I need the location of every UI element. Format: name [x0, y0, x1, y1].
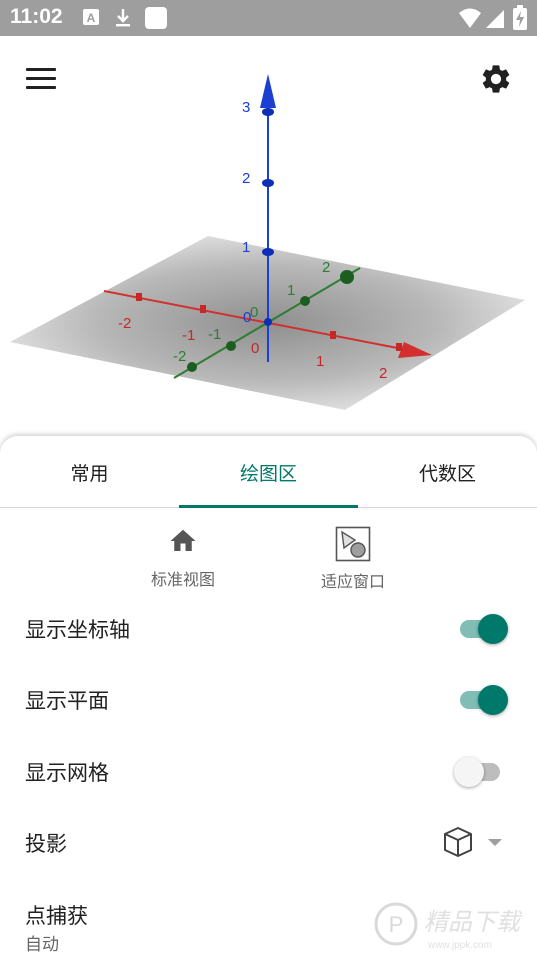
tab-common[interactable]: 常用	[0, 436, 179, 508]
keyboard-a-icon: A	[83, 9, 99, 25]
status-time: 11:02	[10, 5, 63, 28]
z-tick-2: 2	[242, 170, 250, 187]
point-capture-value: 自动	[25, 935, 59, 955]
active-tab-indicator	[179, 505, 358, 508]
show-plane-row[interactable]: 显示平面	[0, 669, 537, 729]
svg-text:P: P	[389, 912, 404, 937]
svg-text:A: A	[87, 11, 96, 25]
chevron-down-icon	[488, 839, 502, 846]
gear-icon[interactable]	[479, 62, 513, 96]
projection-row[interactable]: 投影	[0, 812, 537, 872]
graphics-3d-canvas[interactable]: 1 2 3 -2 -1 0 1 2 -2 -1 0 1 2 0	[0, 36, 537, 456]
graphics-3d-view[interactable]: 1 2 3 -2 -1 0 1 2 -2 -1 0 1 2 0	[0, 36, 537, 456]
home-icon	[170, 529, 196, 551]
origin-label: 0	[243, 309, 251, 326]
z-tick-1: 1	[242, 239, 250, 256]
tab-algebra[interactable]: 代数区	[358, 436, 537, 508]
tab-graphics[interactable]: 绘图区	[179, 436, 358, 508]
standard-view-button[interactable]: 标准视图	[123, 526, 243, 590]
point-capture-label: 点捕获	[25, 904, 88, 928]
show-axes-row[interactable]: 显示坐标轴	[0, 598, 537, 658]
download-icon	[116, 9, 130, 27]
projection-dropdown[interactable]	[442, 824, 512, 860]
x-tick-2: 2	[379, 365, 387, 382]
y-tick-neg1: -1	[208, 326, 221, 343]
y-tick-1: 1	[287, 282, 295, 299]
y-tick-neg2: -2	[173, 348, 186, 365]
blank-notification-icon	[145, 7, 167, 29]
x-tick-1: 1	[316, 353, 324, 370]
fit-window-label: 适应窗口	[320, 572, 385, 591]
y-tick-2: 2	[322, 259, 330, 276]
hamburger-menu-icon[interactable]	[26, 68, 56, 92]
show-grid-label: 显示网格	[25, 761, 109, 785]
show-plane-switch[interactable]	[458, 685, 510, 715]
x-tick-neg2: -2	[118, 315, 131, 332]
watermark-logo: P 精品下载 www.jppk.com	[374, 902, 523, 951]
show-grid-row[interactable]: 显示网格	[0, 741, 537, 801]
svg-text:www.jppk.com: www.jppk.com	[427, 940, 492, 951]
signal-icon	[486, 10, 504, 28]
standard-view-label: 标准视图	[150, 570, 215, 589]
svg-text:精品下载: 精品下载	[424, 908, 523, 936]
x-tick-0: 0	[251, 340, 259, 357]
status-bar: 11:02 A	[0, 0, 537, 36]
projection-label: 投影	[25, 832, 67, 856]
show-plane-label: 显示平面	[25, 689, 109, 713]
show-axes-switch[interactable]	[458, 614, 510, 644]
z-tick-3: 3	[242, 99, 250, 116]
fit-window-icon	[335, 526, 371, 562]
tab-bar: 常用 绘图区 代数区	[0, 436, 537, 508]
cube-icon	[444, 827, 472, 857]
x-tick-neg1: -1	[182, 327, 195, 344]
battery-charging-icon	[513, 5, 527, 30]
wifi-icon	[459, 8, 481, 28]
fit-window-button[interactable]: 适应窗口	[293, 526, 413, 592]
settings-panel: 常用 绘图区 代数区 标准视图 适应窗口 显示坐标轴 显示平面 显示网格 投影 …	[0, 436, 537, 956]
show-grid-switch[interactable]	[454, 757, 510, 787]
show-axes-label: 显示坐标轴	[25, 618, 130, 642]
